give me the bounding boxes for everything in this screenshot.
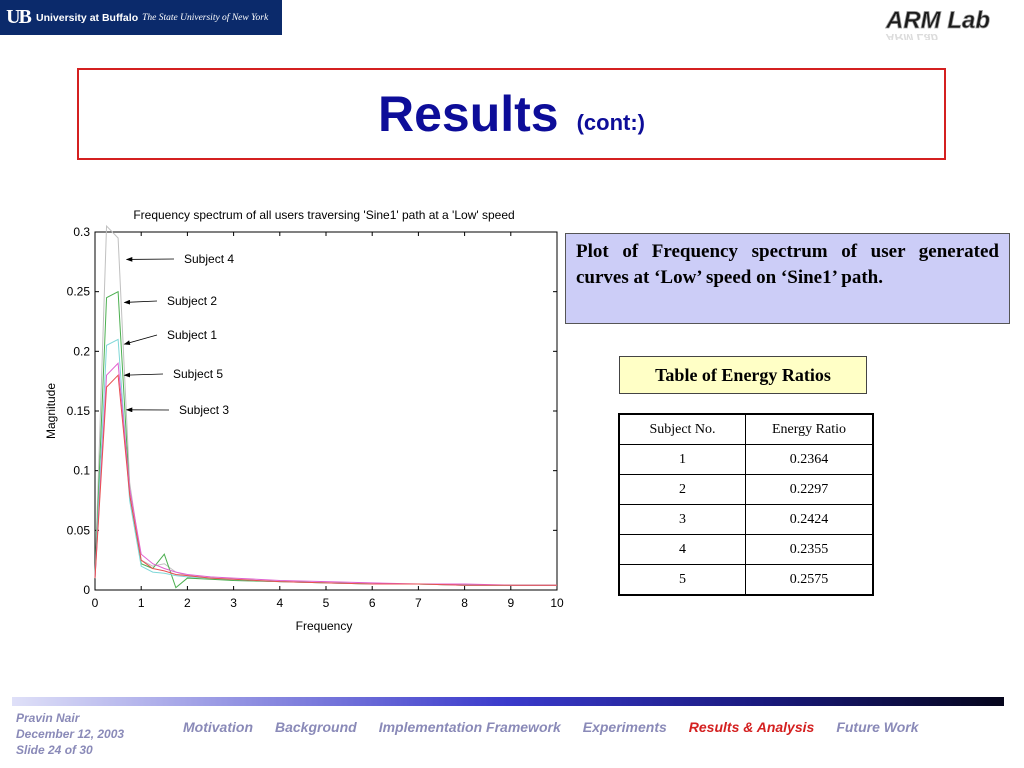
- y-tick-label: 0: [83, 583, 90, 597]
- table-row: 1 0.2364: [618, 444, 874, 475]
- series-line-subject-5: [94, 362, 557, 586]
- energy-ratio-cell: 0.2355: [745, 534, 874, 565]
- subject-cell: 5: [618, 564, 746, 596]
- x-tick-label: 10: [550, 596, 564, 610]
- column-header-energy-ratio: Energy Ratio: [745, 413, 874, 445]
- slide-title: Results: [377, 86, 559, 142]
- y-tick-label: 0.05: [67, 523, 91, 537]
- annotation-arrow: [123, 299, 158, 305]
- author-name: Pravin Nair: [16, 711, 80, 725]
- university-name: University at Buffalo: [36, 11, 139, 24]
- arm-lab-logo: ARM Lab ARM Lab: [885, 7, 991, 40]
- energy-ratio-cell: 0.2364: [745, 444, 874, 475]
- series-line-subject-2: [94, 290, 557, 589]
- annotation-label: Subject 4: [184, 252, 234, 266]
- annotation-arrow: [123, 334, 158, 345]
- nav-background[interactable]: Background: [275, 719, 357, 735]
- nav-future-work[interactable]: Future Work: [836, 719, 918, 735]
- chart-title: Frequency spectrum of all users traversi…: [133, 208, 514, 222]
- x-tick-label: 2: [184, 596, 191, 610]
- x-tick-label: 4: [276, 596, 283, 610]
- slide-title-box: Results (cont:): [77, 68, 946, 160]
- nav-experiments[interactable]: Experiments: [583, 719, 667, 735]
- nav-results-analysis[interactable]: Results & Analysis: [689, 719, 815, 735]
- x-axis-label: Frequency: [296, 619, 353, 633]
- subject-cell: 2: [618, 474, 746, 505]
- energy-ratio-cell: 0.2424: [745, 504, 874, 535]
- ub-logo: UB University at Buffalo The State Unive…: [0, 0, 282, 35]
- energy-ratio-cell: 0.2575: [745, 564, 874, 596]
- annotation-label: Subject 3: [179, 403, 229, 417]
- table-row: 2 0.2297: [618, 474, 874, 505]
- series-line-subject-4: [94, 224, 557, 586]
- energy-table-title: Table of Energy Ratios: [619, 356, 867, 394]
- table-row: 3 0.2424: [618, 504, 874, 535]
- y-tick-label: 0.25: [67, 285, 91, 299]
- slide-subtitle: (cont:): [576, 110, 646, 135]
- x-tick-label: 9: [507, 596, 514, 610]
- table-row: 5 0.2575: [618, 564, 874, 596]
- annotation-label: Subject 5: [173, 367, 223, 381]
- arm-lab-logo-reflection: ARM Lab: [885, 31, 938, 40]
- x-tick-label: 8: [461, 596, 468, 610]
- subject-cell: 1: [618, 444, 746, 475]
- energy-ratio-cell: 0.2297: [745, 474, 874, 505]
- subject-cell: 4: [618, 534, 746, 565]
- y-tick-label: 0.3: [73, 225, 90, 239]
- column-header-subject: Subject No.: [618, 413, 746, 445]
- x-tick-label: 3: [230, 596, 237, 610]
- x-tick-label: 6: [369, 596, 376, 610]
- series-line-subject-1: [94, 338, 557, 586]
- table-header-row: Subject No. Energy Ratio: [618, 413, 874, 445]
- presentation-date: December 12, 2003: [16, 727, 125, 741]
- subject-cell: 3: [618, 504, 746, 535]
- y-tick-label: 0.1: [73, 464, 90, 478]
- footer-gradient-bar: [12, 697, 1004, 706]
- y-tick-label: 0.2: [73, 344, 90, 358]
- x-tick-label: 5: [323, 596, 330, 610]
- plot-frame: [94, 231, 558, 591]
- x-tick-label: 0: [92, 596, 99, 610]
- footer-navigation: Motivation Background Implementation Fra…: [183, 719, 941, 735]
- x-tick-label: 1: [138, 596, 145, 610]
- x-tick-label: 7: [415, 596, 422, 610]
- y-tick-label: 0.15: [67, 404, 91, 418]
- energy-ratio-table: Subject No. Energy Ratio 1 0.2364 2 0.22…: [618, 413, 874, 596]
- footer-author-block: Pravin Nair December 12, 2003 Slide 24 o…: [16, 710, 176, 758]
- table-row: 4 0.2355: [618, 534, 874, 565]
- arm-lab-logo-text: ARM Lab: [885, 7, 990, 34]
- annotation-label: Subject 1: [167, 328, 217, 342]
- university-subtitle: The State University of New York: [142, 12, 269, 23]
- nav-implementation-framework[interactable]: Implementation Framework: [379, 719, 561, 735]
- frequency-spectrum-chart: Frequency spectrum of all users traversi…: [44, 208, 564, 633]
- slide-number: Slide 24 of 30: [16, 743, 93, 757]
- chart-description-box: Plot of Frequency spectrum of user gener…: [565, 233, 1010, 324]
- nav-motivation[interactable]: Motivation: [183, 719, 253, 735]
- y-axis-label: Magnitude: [44, 383, 58, 439]
- ub-mark-logo: UB: [6, 6, 32, 28]
- annotation-label: Subject 2: [167, 294, 217, 308]
- annotation-arrow: [123, 372, 164, 378]
